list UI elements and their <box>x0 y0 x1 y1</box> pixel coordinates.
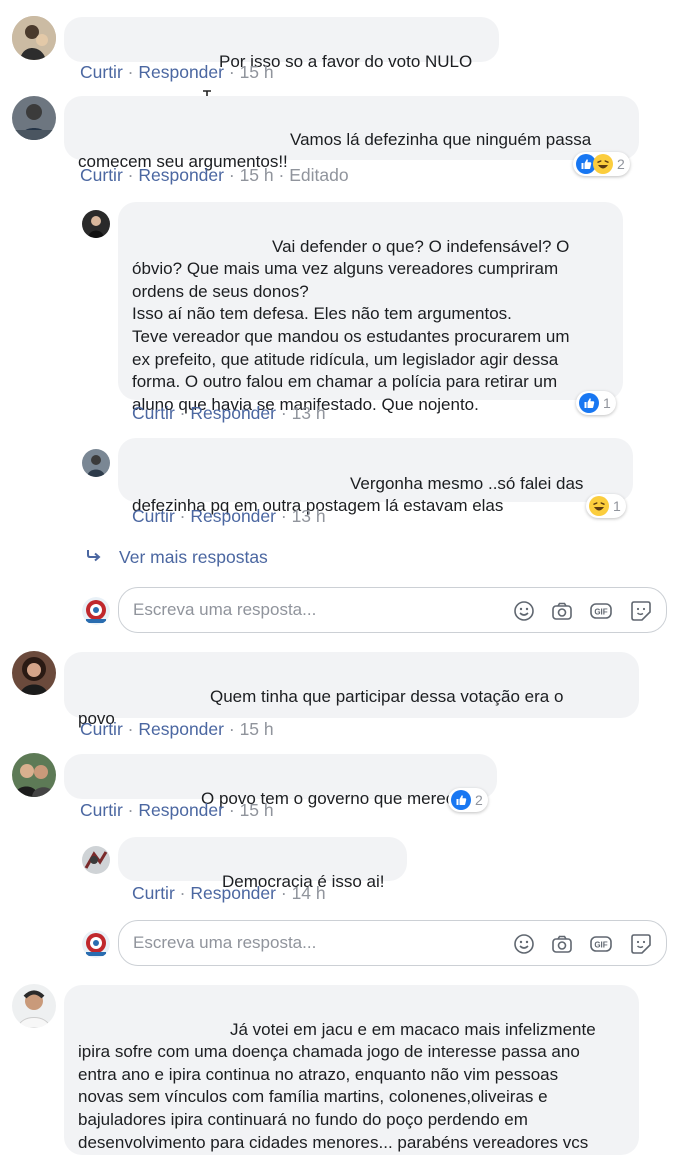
more-replies-link[interactable]: Ver mais respostas <box>119 547 268 568</box>
like-link[interactable]: Curtir <box>80 719 123 739</box>
comment-bubble: Quem tinha que participar dessa votação … <box>64 652 639 728</box>
sticker-icon[interactable] <box>629 932 653 956</box>
reaction-count: 1 <box>603 395 611 411</box>
reaction-count: 1 <box>613 498 621 514</box>
emoji-icon[interactable] <box>512 599 536 623</box>
like-link[interactable]: Curtir <box>80 62 123 82</box>
reaction-summary[interactable]: 1 <box>586 494 626 518</box>
reply-link[interactable]: Responder <box>190 403 276 423</box>
avatar-photo <box>82 846 110 874</box>
reply-input[interactable] <box>133 931 493 955</box>
reply-arrow-icon[interactable] <box>86 549 102 563</box>
page-logo-icon <box>82 930 110 958</box>
reply-bubble: Democracia é isso ai! <box>118 837 407 891</box>
sticker-icon[interactable] <box>629 599 653 623</box>
reply-input-box[interactable]: GIF <box>118 920 667 966</box>
comment-actions: Curtir · Responder · 15 h · Editado <box>80 165 349 185</box>
like-link[interactable]: Curtir <box>80 165 123 185</box>
comment-actions: Curtir · Responder · 15 h <box>80 800 274 820</box>
reaction-summary[interactable]: 2 <box>448 788 488 812</box>
svg-text:GIF: GIF <box>594 608 607 617</box>
camera-icon[interactable] <box>550 599 574 623</box>
reply-bubble: Vergonha mesmo ..só falei das defezinha … <box>118 438 633 515</box>
page-logo-icon <box>82 597 110 625</box>
comment-bubble: Vamos lá defezinha que ninguém passa com… <box>64 96 639 171</box>
comment-actions: Curtir · Responder · 15 h <box>80 719 274 739</box>
timestamp[interactable]: 13 h <box>292 506 326 526</box>
reply-input[interactable] <box>133 598 493 622</box>
reply-actions: Curtir · Responder · 13 h <box>132 506 326 526</box>
reply-input-box[interactable]: GIF <box>118 587 667 633</box>
reply-link[interactable]: Responder <box>138 62 224 82</box>
like-link[interactable]: Curtir <box>80 800 123 820</box>
avatar[interactable] <box>12 16 56 60</box>
gif-icon[interactable]: GIF <box>589 599 613 623</box>
avatar[interactable] <box>12 753 56 797</box>
comment-text: Já votei em jacu e em macaco mais infeli… <box>78 1019 596 1158</box>
timestamp[interactable]: 14 h <box>292 883 326 903</box>
avatar[interactable] <box>12 96 56 140</box>
avatar-photo <box>82 449 110 477</box>
comment-bubble: Já votei em jacu e em macaco mais infeli… <box>64 985 639 1158</box>
reply-actions: Curtir · Responder · 13 h <box>132 403 326 423</box>
avatar-photo <box>12 16 56 60</box>
avatar-photo <box>12 984 56 1028</box>
like-link[interactable]: Curtir <box>132 883 175 903</box>
timestamp[interactable]: 15 h <box>240 800 274 820</box>
like-link[interactable]: Curtir <box>132 403 175 423</box>
reaction-count: 2 <box>617 156 625 172</box>
timestamp[interactable]: 15 h <box>240 165 274 185</box>
reply-actions: Curtir · Responder · 14 h <box>132 883 326 903</box>
camera-icon[interactable] <box>550 932 574 956</box>
avatar[interactable] <box>12 651 56 695</box>
emoji-icon[interactable] <box>512 932 536 956</box>
timestamp[interactable]: 15 h <box>240 719 274 739</box>
reaction-summary[interactable]: 2 <box>573 152 630 176</box>
avatar-photo <box>12 753 56 797</box>
avatar[interactable] <box>82 449 110 477</box>
like-icon <box>451 790 471 810</box>
reaction-count: 2 <box>475 792 483 808</box>
comment-actions: Curtir · Responder · 15 h <box>80 62 274 82</box>
reply-link[interactable]: Responder <box>138 719 224 739</box>
reply-link[interactable]: Responder <box>190 506 276 526</box>
like-link[interactable]: Curtir <box>132 506 175 526</box>
reaction-summary[interactable]: 1 <box>576 391 616 415</box>
avatar[interactable] <box>82 846 110 874</box>
comment-bubble: O povo tem o governo que merece. <box>64 754 497 808</box>
reply-link[interactable]: Responder <box>190 883 276 903</box>
reply-bubble: Vai defender o que? O indefensável? O ób… <box>118 202 623 414</box>
gif-icon[interactable]: GIF <box>589 932 613 956</box>
like-icon <box>579 393 599 413</box>
avatar <box>82 930 110 958</box>
avatar[interactable] <box>82 210 110 238</box>
timestamp[interactable]: 15 h <box>240 62 274 82</box>
haha-icon <box>589 496 609 516</box>
avatar[interactable] <box>12 984 56 1028</box>
avatar-photo <box>12 651 56 695</box>
reply-text: Vai defender o que? O indefensável? O ób… <box>132 236 570 414</box>
haha-icon <box>593 154 613 174</box>
timestamp[interactable]: 13 h <box>292 403 326 423</box>
svg-text:GIF: GIF <box>594 941 607 950</box>
avatar <box>82 597 110 625</box>
reply-link[interactable]: Responder <box>138 165 224 185</box>
avatar-photo <box>82 210 110 238</box>
comment-bubble: Por isso so a favor do voto NULO <box>64 17 499 71</box>
edited-label[interactable]: Editado <box>289 165 348 185</box>
reply-link[interactable]: Responder <box>138 800 224 820</box>
avatar-photo <box>12 96 56 140</box>
